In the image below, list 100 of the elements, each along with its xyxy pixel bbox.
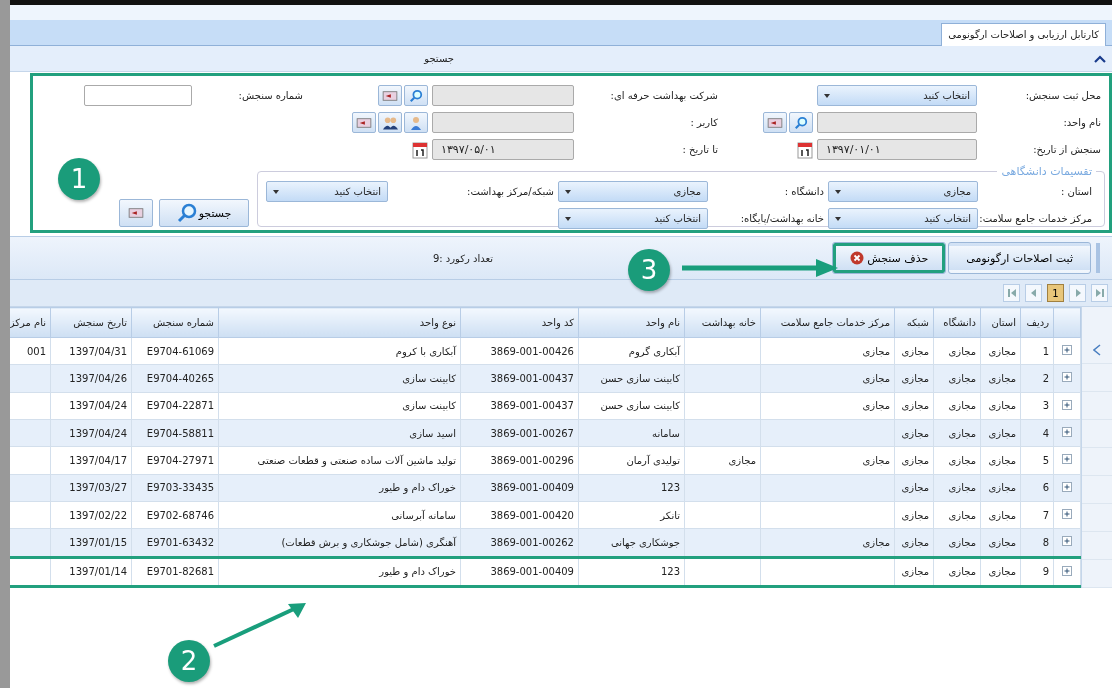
step-number-badge: 2 bbox=[168, 640, 210, 682]
expand-icon[interactable] bbox=[1062, 345, 1072, 356]
table-cell: مجازی bbox=[901, 345, 929, 357]
column-header[interactable]: ردیف bbox=[1020, 307, 1054, 338]
next-page-icon[interactable] bbox=[1069, 284, 1086, 302]
user-icon[interactable] bbox=[404, 112, 428, 133]
clear-icon[interactable] bbox=[763, 112, 787, 133]
dropdown[interactable]: انتخاب کنید bbox=[558, 208, 708, 229]
table-cell: E9704-22871 bbox=[146, 400, 214, 412]
column-header[interactable]: نام واحد bbox=[578, 307, 685, 338]
table-cell: تانکر bbox=[660, 509, 680, 521]
field-label: خانه بهداشت/پایگاه: bbox=[739, 213, 825, 224]
column-header[interactable]: دانشگاه bbox=[933, 307, 981, 338]
table-cell: 001 bbox=[26, 345, 46, 357]
clear-icon[interactable] bbox=[378, 85, 402, 106]
table-cell: 1397/04/26 bbox=[69, 373, 127, 384]
search-icon[interactable] bbox=[789, 112, 813, 133]
table-cell: E9701-82681 bbox=[146, 566, 214, 578]
column-header[interactable]: شبکه bbox=[894, 307, 934, 338]
table-cell: جوشکاری جهانی bbox=[610, 536, 680, 548]
table-cell: 1397/02/22 bbox=[69, 509, 127, 521]
calendar-icon[interactable] bbox=[412, 140, 428, 159]
dropdown-arrow-icon bbox=[273, 189, 279, 194]
table-cell: کابینت سازی حسن bbox=[600, 373, 680, 384]
table-cell: 1397/03/27 bbox=[69, 482, 127, 494]
input-field[interactable] bbox=[432, 112, 574, 133]
table-cell: آبکاری با کروم bbox=[395, 345, 456, 357]
table-cell: مجازی bbox=[988, 345, 1016, 357]
search-panel-header[interactable]: جستجو bbox=[10, 46, 1112, 72]
input-field[interactable] bbox=[817, 112, 977, 133]
column-header[interactable]: نوع واحد bbox=[218, 307, 461, 338]
field-label: دانشگاه : bbox=[783, 186, 825, 197]
panel-title: جستجو bbox=[424, 53, 454, 64]
dropdown[interactable]: انتخاب کنید bbox=[817, 85, 977, 106]
last-page-icon[interactable] bbox=[1091, 284, 1108, 302]
table-cell: 1397/04/31 bbox=[69, 345, 127, 357]
table-cell: 3 bbox=[1042, 400, 1049, 412]
table-cell: 9 bbox=[1042, 566, 1049, 578]
expand-icon[interactable] bbox=[1062, 536, 1072, 547]
table-cell: 123 bbox=[660, 482, 680, 494]
table-cell: 3869-001-00437 bbox=[490, 400, 574, 412]
column-header[interactable]: کد واحد bbox=[460, 307, 579, 338]
first-page-icon[interactable] bbox=[1003, 284, 1020, 302]
column-header[interactable]: استان bbox=[980, 307, 1021, 338]
calendar-icon[interactable] bbox=[797, 140, 813, 159]
field-label: مرکز خدمات جامع سلامت: bbox=[978, 213, 1093, 224]
previous-page-icon[interactable] bbox=[1025, 284, 1042, 302]
dropdown[interactable]: مجازی bbox=[558, 181, 708, 202]
field-label: شبکه/مرکز بهداشت: bbox=[466, 186, 555, 197]
table-cell: 1397/04/17 bbox=[69, 454, 127, 466]
expand-icon[interactable] bbox=[1062, 454, 1072, 465]
expand-icon[interactable] bbox=[1062, 372, 1072, 383]
page-button[interactable]: 1 bbox=[1047, 284, 1064, 302]
table-cell: مجازی bbox=[948, 509, 976, 521]
table-cell: مجازی bbox=[948, 373, 976, 384]
date-field[interactable]: ۱۳۹۷/۰۱/۰۱ bbox=[817, 139, 977, 160]
table-cell: 1 bbox=[1042, 345, 1049, 357]
table-cell: 3869-001-00296 bbox=[490, 454, 574, 466]
table-cell: کابینت سازی bbox=[402, 373, 456, 384]
expand-icon[interactable] bbox=[1062, 509, 1072, 520]
table-cell: 1397/01/15 bbox=[69, 536, 127, 548]
table-cell: مجازی bbox=[901, 566, 929, 578]
dropdown[interactable]: مجازی bbox=[828, 181, 978, 202]
expand-icon[interactable] bbox=[1062, 481, 1072, 492]
dropdown[interactable]: انتخاب کنید bbox=[828, 208, 978, 229]
table-cell: 4 bbox=[1042, 427, 1049, 439]
users-icon[interactable] bbox=[378, 112, 402, 133]
clear-icon[interactable] bbox=[119, 199, 153, 227]
table-cell: مجازی bbox=[948, 482, 976, 494]
table-cell: اسید سازی bbox=[409, 427, 456, 439]
input-field[interactable] bbox=[84, 85, 192, 106]
dropdown[interactable]: انتخاب کنید bbox=[266, 181, 388, 202]
table-cell: مجازی bbox=[901, 427, 929, 439]
field-label: استان : bbox=[1059, 186, 1093, 197]
column-header[interactable]: شماره سنجش bbox=[131, 307, 219, 338]
expand-icon[interactable] bbox=[1062, 565, 1072, 576]
table-cell: E9704-58811 bbox=[146, 427, 214, 439]
search-icon[interactable] bbox=[404, 85, 428, 106]
toolbar-button[interactable]: ثبت اصلاحات ارگونومی bbox=[949, 243, 1090, 273]
expand-icon[interactable] bbox=[1062, 427, 1072, 438]
search-button[interactable]: جستجو bbox=[159, 199, 249, 227]
input-field[interactable] bbox=[432, 85, 574, 106]
step-number-badge: 1 bbox=[58, 158, 100, 200]
window-tab[interactable]: کارتابل ارزیابی و اصلاحات ارگونومی bbox=[941, 23, 1106, 46]
table-cell: 123 bbox=[660, 566, 680, 578]
field-label: نام واحد: bbox=[1062, 117, 1102, 128]
table-cell: سامانه آبرسانی bbox=[391, 509, 456, 521]
table-cell: مجازی bbox=[948, 536, 976, 548]
date-field[interactable]: ۱۳۹۷/۰۵/۰۱ bbox=[432, 139, 574, 160]
expand-icon[interactable] bbox=[1062, 399, 1072, 410]
collapse-icon[interactable] bbox=[1094, 54, 1106, 63]
table-cell: مجازی bbox=[988, 454, 1016, 466]
record-count: تعداد رکورد :9 bbox=[432, 252, 494, 264]
table-cell: مجازی bbox=[862, 400, 890, 412]
column-header[interactable]: مرکز خدمات جامع سلامت bbox=[760, 307, 895, 338]
column-header[interactable]: نام مرکز bbox=[10, 307, 51, 338]
column-header[interactable]: خانه بهداشت bbox=[684, 307, 761, 338]
toolbar-button[interactable]: حذف سنجش bbox=[833, 243, 946, 273]
table-cell: خوراک دام و طیور bbox=[379, 482, 456, 494]
column-header[interactable]: تاریخ سنجش bbox=[50, 307, 132, 338]
